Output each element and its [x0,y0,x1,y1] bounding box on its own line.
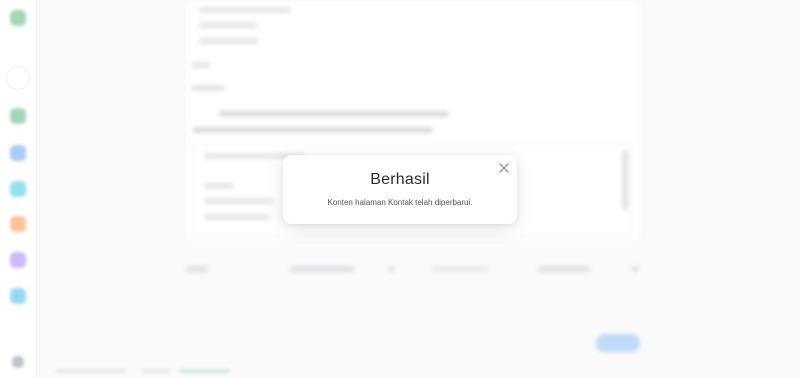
dialog-message: Konten halaman Kontak telah diperbarui. [327,198,473,207]
dialog-title: Berhasil [370,171,430,188]
success-dialog: Berhasil Konten halaman Kontak telah dip… [283,155,517,224]
